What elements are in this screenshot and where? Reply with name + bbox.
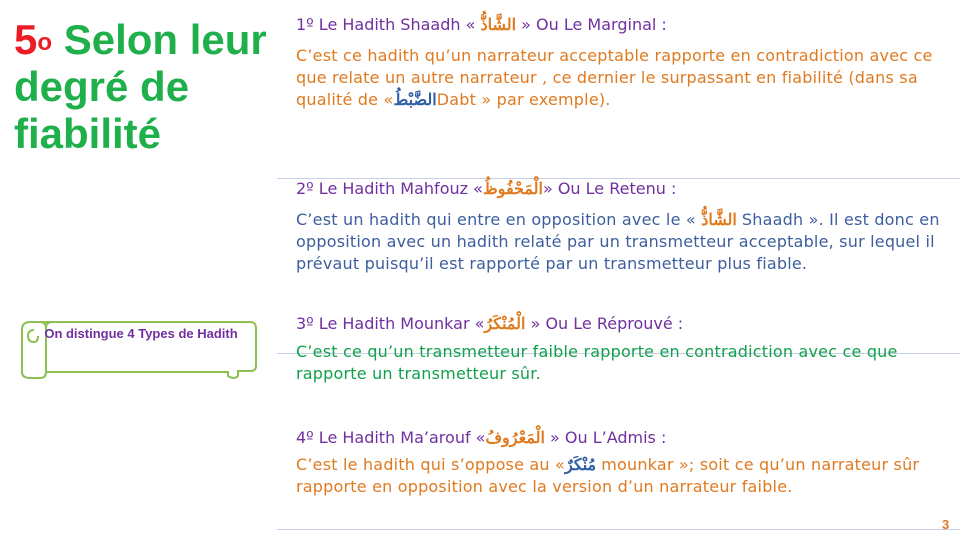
section-definition: C’est le hadith qui s’oppose au «مُنْكَر… — [296, 455, 920, 496]
arabic-term: الشَّاذُّ — [480, 15, 517, 34]
separator-line — [277, 529, 960, 530]
section-heading: 1º Le Hadith Shaadh « الشَّاذُّ » Ou Le … — [296, 15, 667, 34]
arabic-term: الْمَحْفُوظُ — [482, 179, 543, 198]
slide-title: 5o Selon leur degré de fiabilité — [14, 16, 276, 157]
section-definition: C’est un hadith qui entre en opposition … — [296, 210, 940, 273]
section-definition: C’est ce qu’un transmetteur faible rappo… — [296, 342, 898, 383]
section-heading: 3º Le Hadith Mounkar «الْمُنْكَرُ » Ou L… — [296, 314, 684, 333]
callout-scroll: On distingue 4 Types de Hadith — [16, 316, 258, 382]
arabic-term: الْمَعْرُوفُ — [485, 428, 545, 447]
arabic-term: الشَّاذُّ — [701, 210, 737, 229]
section-heading: 4º Le Hadith Ma’arouf «الْمَعْرُوفُ » Ou… — [296, 428, 667, 447]
hadith-type-mahfouz: 2º Le Hadith Mahfouz «الْمَحْفُوظُ» Ou L… — [296, 178, 956, 275]
arabic-term: الْمُنْكَرُ — [484, 314, 526, 333]
section-heading: 2º Le Hadith Mahfouz «الْمَحْفُوظُ» Ou L… — [296, 179, 677, 198]
arabic-term: الضَّبْطُ — [393, 90, 437, 109]
hadith-type-shaadh: 1º Le Hadith Shaadh « الشَّاذُّ » Ou Le … — [296, 14, 956, 111]
page-number: 3 — [942, 517, 950, 532]
section-definition: C’est ce hadith qu’un narrateur acceptab… — [296, 46, 933, 109]
callout-text: On distingue 4 Types de Hadith — [44, 326, 238, 341]
arabic-term: مُنْكَرٌ — [565, 455, 597, 474]
slide-title-number: 5o — [14, 16, 53, 63]
hadith-type-maarouf: 4º Le Hadith Ma’arouf «الْمَعْرُوفُ » Ou… — [296, 427, 956, 498]
hadith-type-mounkar: 3º Le Hadith Mounkar «الْمُنْكَرُ » Ou L… — [296, 313, 956, 385]
